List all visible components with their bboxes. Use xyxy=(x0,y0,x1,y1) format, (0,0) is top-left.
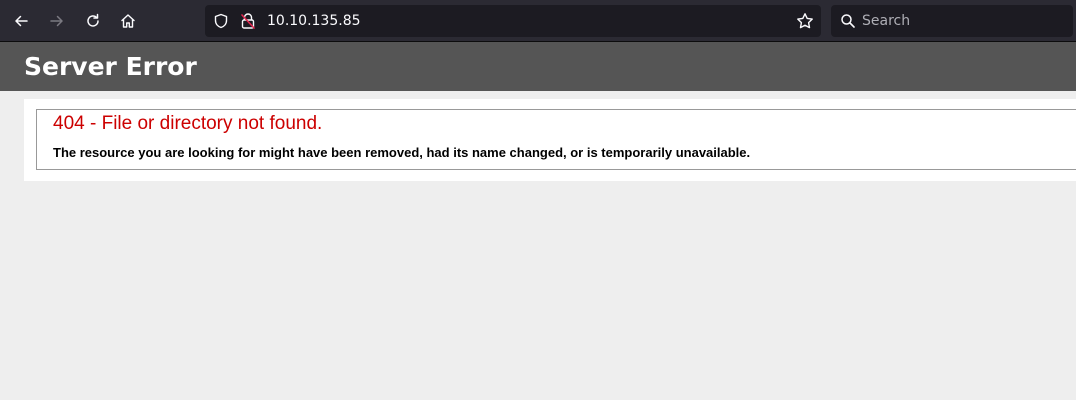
magnifier-icon xyxy=(841,14,855,28)
arrow-left-icon xyxy=(15,15,28,27)
page-header: Server Error xyxy=(0,42,1076,91)
address-bar[interactable]: 10.10.135.85 xyxy=(205,5,821,37)
error-title: 404 - File or directory not found. xyxy=(53,113,323,134)
reload-button[interactable] xyxy=(79,7,107,35)
forward-button[interactable] xyxy=(43,7,71,35)
arrow-right-icon xyxy=(50,15,63,27)
lock-insecure-icon[interactable] xyxy=(240,12,256,30)
error-content: 404 - File or directory not found. The r… xyxy=(24,99,1076,181)
error-fieldset: 404 - File or directory not found. The r… xyxy=(36,109,1076,170)
search-bar[interactable]: Search xyxy=(831,5,1073,37)
reload-icon xyxy=(87,13,99,27)
browser-toolbar: 10.10.135.85 Search xyxy=(0,0,1076,42)
url-text[interactable]: 10.10.135.85 xyxy=(267,12,361,30)
back-button[interactable] xyxy=(7,7,35,35)
home-button[interactable] xyxy=(114,7,142,35)
shield-icon[interactable] xyxy=(213,13,229,29)
error-message: The resource you are looking for might h… xyxy=(53,145,751,160)
star-icon[interactable] xyxy=(796,12,814,30)
page-title: Server Error xyxy=(24,52,197,81)
search-placeholder: Search xyxy=(862,13,911,29)
home-icon xyxy=(121,14,135,28)
